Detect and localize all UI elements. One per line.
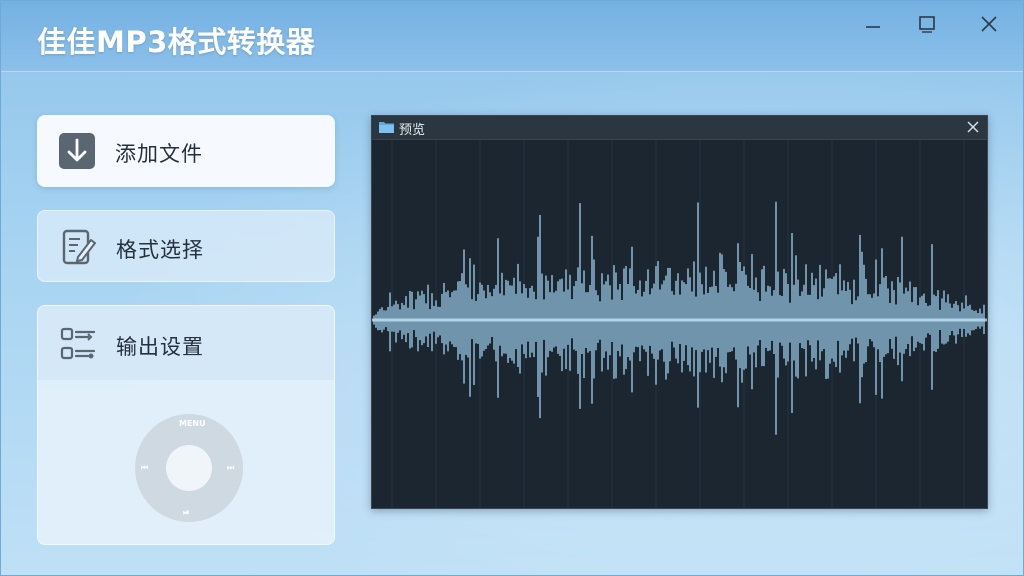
wheel-prev-icon[interactable]: ⏮ [141, 463, 148, 473]
preview-title: 预览 [399, 123, 426, 138]
app-window: 佳佳MP3格式转换器 添加文件 格式选择 输出设置 MENU ⏮ ⏭ ⏯ 预览 [0, 0, 1024, 576]
minimize-icon [866, 26, 880, 28]
output-settings-label: 输出设置 [116, 335, 204, 359]
close-button[interactable] [969, 9, 1009, 39]
format-select-button[interactable]: 格式选择 [37, 210, 335, 282]
maximize-button[interactable] [907, 9, 947, 39]
waveform-display[interactable] [372, 140, 987, 508]
download-arrow-icon [59, 133, 95, 169]
minimize-button[interactable] [853, 9, 893, 39]
wheel-center-button[interactable] [166, 445, 212, 491]
title-bar[interactable]: 佳佳MP3格式转换器 [1, 1, 1023, 72]
close-icon [981, 16, 997, 32]
edit-document-icon [62, 229, 96, 265]
settings-sliders-icon [60, 327, 96, 360]
folder-icon [379, 122, 394, 133]
waveform-bars [373, 201, 985, 435]
format-select-label: 格式选择 [116, 238, 204, 262]
maximize-icon [919, 16, 935, 33]
close-icon[interactable] [967, 121, 979, 133]
preview-title-bar: 预览 [372, 116, 987, 140]
add-file-button[interactable]: 添加文件 [37, 115, 335, 187]
audio-waveform [372, 140, 987, 508]
add-file-label: 添加文件 [115, 142, 203, 166]
output-settings-panel: 输出设置 MENU ⏮ ⏭ ⏯ [37, 305, 335, 545]
wheel-play-pause-icon[interactable]: ⏯ [183, 508, 189, 518]
player-click-wheel[interactable]: MENU ⏮ ⏭ ⏯ [135, 414, 243, 522]
preview-panel: 预览 [371, 115, 988, 509]
wheel-menu-label[interactable]: MENU [179, 419, 206, 428]
wheel-next-icon[interactable]: ⏭ [227, 463, 234, 473]
app-title: 佳佳MP3格式转换器 [37, 25, 316, 59]
